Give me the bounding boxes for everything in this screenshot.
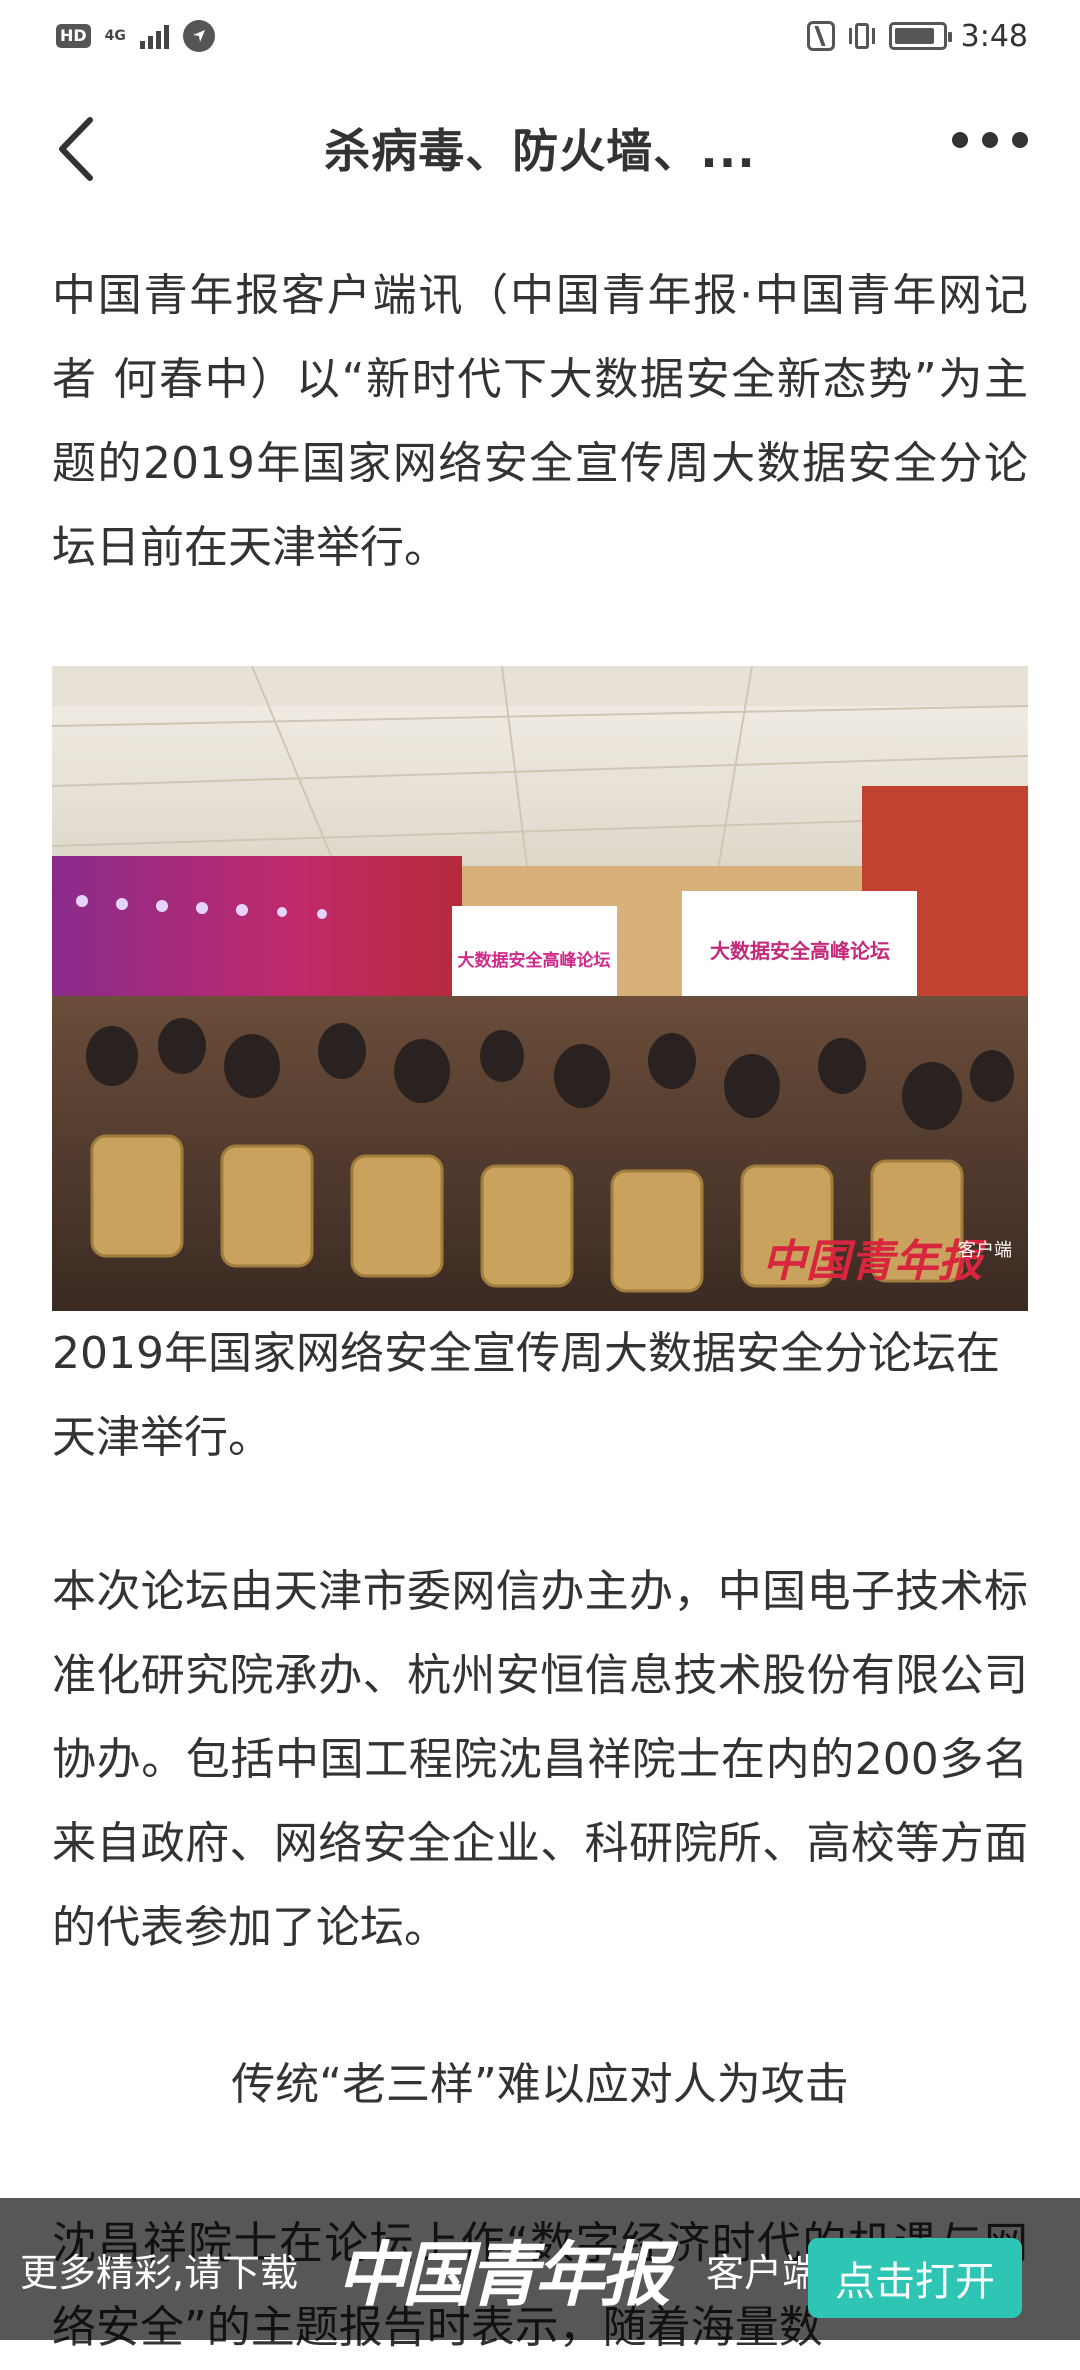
banner-text: 更多精彩,请下载 xyxy=(20,2250,299,2295)
status-bar: HD 4G 3:48 xyxy=(0,0,1080,72)
status-left: HD 4G xyxy=(56,20,215,52)
clock: 3:48 xyxy=(960,18,1028,54)
banner-client-label: 客户端 xyxy=(706,2250,821,2295)
intro-paragraph: 中国青年报客户端讯（中国青年报·中国青年网记者 何春中）以“新时代下大数据安全新… xyxy=(52,270,1028,573)
battery-level xyxy=(894,28,934,44)
photo-watermark: 中国青年报 xyxy=(762,1236,988,1287)
screen-left-text: 大数据安全高峰论坛 xyxy=(458,950,611,971)
back-arrow-icon xyxy=(59,117,93,181)
network-type: 4G xyxy=(104,28,126,44)
more-options-button[interactable] xyxy=(952,132,1028,148)
photo-caption: 2019年国家网络安全宣传周大数据安全分论坛在天津举行。 xyxy=(52,1328,1000,1463)
more-dot-icon xyxy=(1012,132,1028,148)
app-download-banner: 更多精彩,请下载 中国青年报 客户端 点击打开 xyxy=(0,2198,1080,2340)
status-right: 3:48 xyxy=(806,18,1028,54)
screen-right-text: 大数据安全高峰论坛 xyxy=(710,939,890,963)
app-logo: 中国青年报 xyxy=(336,2232,670,2316)
conference-photo-illustration: 大数据安全高峰论坛 大数据安全高峰论坛 中国青年报 客户端 xyxy=(52,666,1028,1311)
back-button[interactable] xyxy=(52,114,100,184)
nfc-icon xyxy=(806,21,835,51)
section-subheading: 传统“老三样”难以应对人为攻击 xyxy=(231,2059,849,2110)
article-body: 本次论坛由天津市委网信办主办，中国电子技术标准化研究院承办、杭州安恒信息技术股份… xyxy=(52,1550,1028,1970)
hd-badge: HD xyxy=(56,24,91,48)
more-dot-icon xyxy=(952,132,968,148)
open-app-button[interactable]: 点击打开 xyxy=(808,2238,1022,2318)
body-paragraph: 本次论坛由天津市委网信办主办，中国电子技术标准化研究院承办、杭州安恒信息技术股份… xyxy=(52,1566,1028,1953)
navigation-arrow-icon xyxy=(182,20,215,52)
page-title: 杀病毒、防火墙、... xyxy=(324,124,756,178)
article-intro: 中国青年报客户端讯（中国青年报·中国青年网记者 何春中）以“新时代下大数据安全新… xyxy=(52,254,1028,590)
article-photo: 大数据安全高峰论坛 大数据安全高峰论坛 中国青年报 客户端 xyxy=(52,666,1028,1311)
more-dot-icon xyxy=(982,132,998,148)
photo-watermark-tag: 客户端 xyxy=(958,1240,1012,1261)
battery-icon xyxy=(888,22,952,50)
nav-bar: 杀病毒、防火墙、... xyxy=(0,72,1080,224)
signal-icon xyxy=(139,23,169,49)
vibrate-icon xyxy=(848,23,875,49)
